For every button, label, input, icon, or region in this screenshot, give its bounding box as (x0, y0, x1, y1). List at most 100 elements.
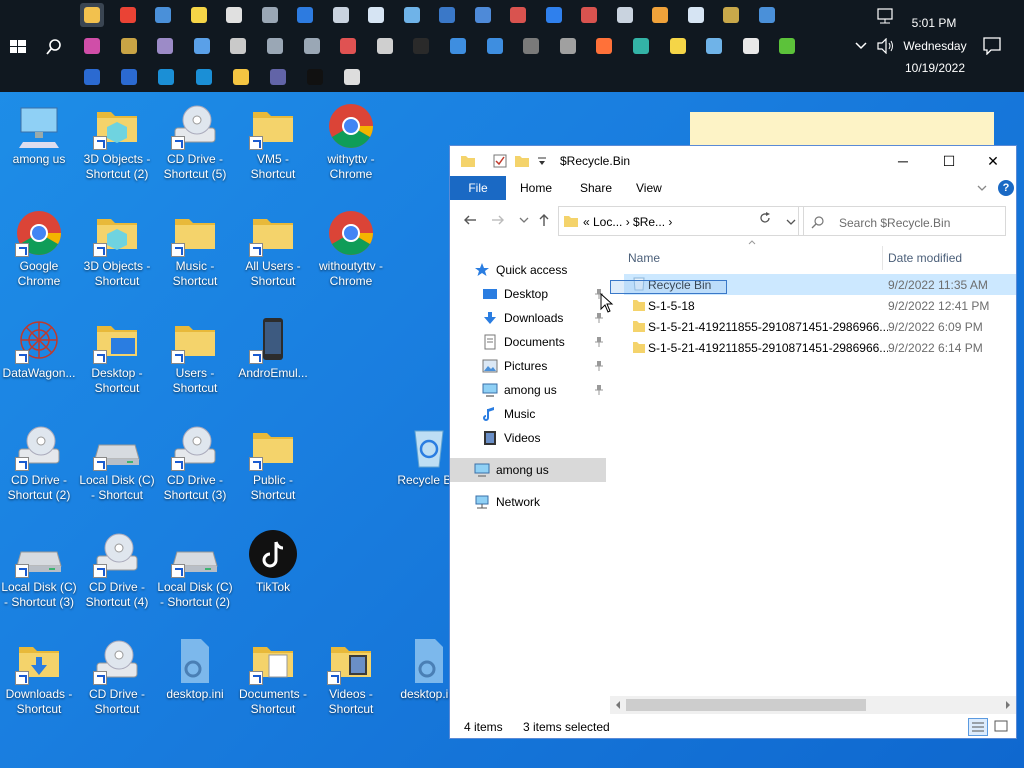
desktop-icon[interactable]: Documents - Shortcut (234, 631, 312, 731)
column-separator[interactable] (882, 246, 883, 270)
tab-share[interactable]: Share (568, 176, 624, 200)
close-button[interactable]: ✕ (970, 146, 1016, 176)
taskbar-app-f-button[interactable] (300, 34, 324, 58)
taskbar-powershell-3-button[interactable] (154, 65, 178, 89)
start-button[interactable] (4, 33, 32, 61)
desktop-icon[interactable]: CD Drive - Shortcut (3) (156, 417, 234, 517)
column-header-name[interactable]: Name (628, 246, 660, 270)
taskbar-notes-button[interactable] (666, 34, 690, 58)
taskbar-teams-button[interactable] (266, 65, 290, 89)
taskbar-powershell-button[interactable] (80, 65, 104, 89)
taskbar-firefox-button[interactable] (592, 34, 616, 58)
taskbar-app-c-button[interactable] (153, 34, 177, 58)
taskbar-security-button[interactable] (739, 34, 763, 58)
search-button[interactable] (40, 33, 68, 61)
desktop-icon[interactable]: Google Chrome (0, 203, 78, 303)
desktop-icon[interactable]: 3D Objects - Shortcut (78, 203, 156, 303)
taskbar-disc-button[interactable] (719, 3, 743, 27)
desktop-icon[interactable]: Music - Shortcut (156, 203, 234, 303)
taskbar-app-b-button[interactable] (117, 34, 141, 58)
back-arrow-icon[interactable] (462, 212, 478, 228)
desktop-icon[interactable]: CD Drive - Shortcut (78, 631, 156, 731)
desktop-icon[interactable]: All Users - Shortcut (234, 203, 312, 303)
tab-home[interactable]: Home (508, 176, 564, 200)
desktop-icon[interactable]: Users - Shortcut (156, 310, 234, 410)
taskbar-paint-button[interactable] (400, 3, 424, 27)
taskbar-monitor-button[interactable] (151, 3, 175, 27)
taskbar-edit-button[interactable] (329, 3, 353, 27)
taskbar-app2-button[interactable] (471, 3, 495, 27)
sticky-note-window[interactable] (690, 112, 994, 148)
maximize-button[interactable]: ☐ (926, 146, 972, 176)
horizontal-scrollbar[interactable] (610, 696, 1016, 714)
new-folder-icon[interactable] (514, 153, 530, 169)
taskbar-notepad-button[interactable] (364, 3, 388, 27)
taskbar-app-a-button[interactable] (80, 34, 104, 58)
nav-item-quick-access[interactable]: Quick access (450, 258, 606, 282)
tab-view[interactable]: View (624, 176, 674, 200)
desktop-icon[interactable]: CD Drive - Shortcut (4) (78, 524, 156, 624)
expand-ribbon-chevron-icon[interactable] (976, 182, 988, 194)
up-arrow-icon[interactable] (536, 212, 552, 228)
taskbar-monitor-2-button[interactable] (446, 34, 470, 58)
nav-item-network[interactable]: Network (450, 490, 606, 514)
desktop-icon[interactable]: Videos - Shortcut (312, 631, 390, 731)
taskbar-blue-app-button[interactable] (542, 3, 566, 27)
clock-day[interactable]: Wednesday (900, 39, 970, 53)
taskbar-camera-button[interactable] (556, 34, 580, 58)
taskbar-media-button[interactable] (648, 3, 672, 27)
taskbar-control-button[interactable] (755, 3, 779, 27)
taskbar-sticky-notes-button[interactable] (187, 3, 211, 27)
search-box[interactable]: Search $Recycle.Bin (798, 206, 1006, 236)
desktop-icon[interactable]: CD Drive - Shortcut (2) (0, 417, 78, 517)
taskbar-powershell-4-button[interactable] (192, 65, 216, 89)
nav-item-music[interactable]: Music (450, 402, 606, 426)
nav-item-desktop[interactable]: Desktop (450, 282, 606, 306)
desktop-icon[interactable]: VM5 - Shortcut (234, 96, 312, 196)
taskbar-store-button[interactable] (229, 65, 253, 89)
help-button[interactable]: ? (998, 180, 1014, 196)
taskbar-printer-button[interactable] (613, 3, 637, 27)
taskbar-settings-button[interactable] (222, 3, 246, 27)
file-row[interactable]: S-1-5-21-419211855-2910871451-2986966...… (624, 337, 1016, 358)
taskbar-red-app-button[interactable] (506, 3, 530, 27)
taskbar-cortana-button[interactable] (483, 34, 507, 58)
nav-item-among-us[interactable]: among us (450, 378, 606, 402)
details-view-button[interactable] (968, 718, 988, 736)
desktop-icon[interactable]: Local Disk (C) - Shortcut (78, 417, 156, 517)
desktop-icon[interactable]: CD Drive - Shortcut (5) (156, 96, 234, 196)
scrollbar-thumb[interactable] (626, 699, 866, 711)
volume-icon[interactable] (876, 37, 896, 55)
taskbar-opera-like-button[interactable] (336, 34, 360, 58)
taskbar-powershell-2-button[interactable] (117, 65, 141, 89)
taskbar-terminal-button[interactable] (409, 34, 433, 58)
desktop-icon[interactable]: desktop.ini (156, 631, 234, 731)
desktop-icon[interactable]: DataWagon... (0, 310, 78, 410)
minimize-button[interactable]: ─ (880, 146, 926, 176)
taskbar-roblox-button[interactable] (340, 65, 364, 89)
taskbar-calculator-button[interactable] (519, 34, 543, 58)
desktop-icon[interactable]: Desktop - Shortcut (78, 310, 156, 410)
taskbar-app-g-button[interactable] (373, 34, 397, 58)
taskbar-file-explorer-button[interactable] (80, 3, 104, 27)
large-icons-view-button[interactable] (992, 718, 1012, 736)
nav-item-pictures[interactable]: Pictures (450, 354, 606, 378)
desktop-icon[interactable]: withoutyttv - Chrome (312, 203, 390, 303)
desktop-icon[interactable]: 3D Objects - Shortcut (2) (78, 96, 156, 196)
taskbar-remote-button[interactable] (435, 3, 459, 27)
nav-item-documents[interactable]: Documents (450, 330, 606, 354)
file-row[interactable]: S-1-5-18 9/2/2022 12:41 PM (624, 295, 1016, 316)
taskbar-magnifier-button[interactable] (190, 34, 214, 58)
network-tray-icon[interactable] (876, 8, 896, 24)
taskbar-internet-explorer-button[interactable] (293, 3, 317, 27)
refresh-icon[interactable] (758, 211, 772, 225)
taskbar-edge-button[interactable] (629, 34, 653, 58)
recent-locations-chevron-icon[interactable] (516, 212, 532, 228)
file-row[interactable]: S-1-5-21-419211855-2910871451-2986966...… (624, 316, 1016, 337)
taskbar-app-d-button[interactable] (226, 34, 250, 58)
taskbar-tiktok-button[interactable] (303, 65, 327, 89)
taskbar-doc-button[interactable] (684, 3, 708, 27)
notification-center-icon[interactable] (982, 37, 1002, 56)
address-dropdown-chevron-icon[interactable] (785, 216, 797, 228)
desktop-icon[interactable]: Local Disk (C) - Shortcut (2) (156, 524, 234, 624)
